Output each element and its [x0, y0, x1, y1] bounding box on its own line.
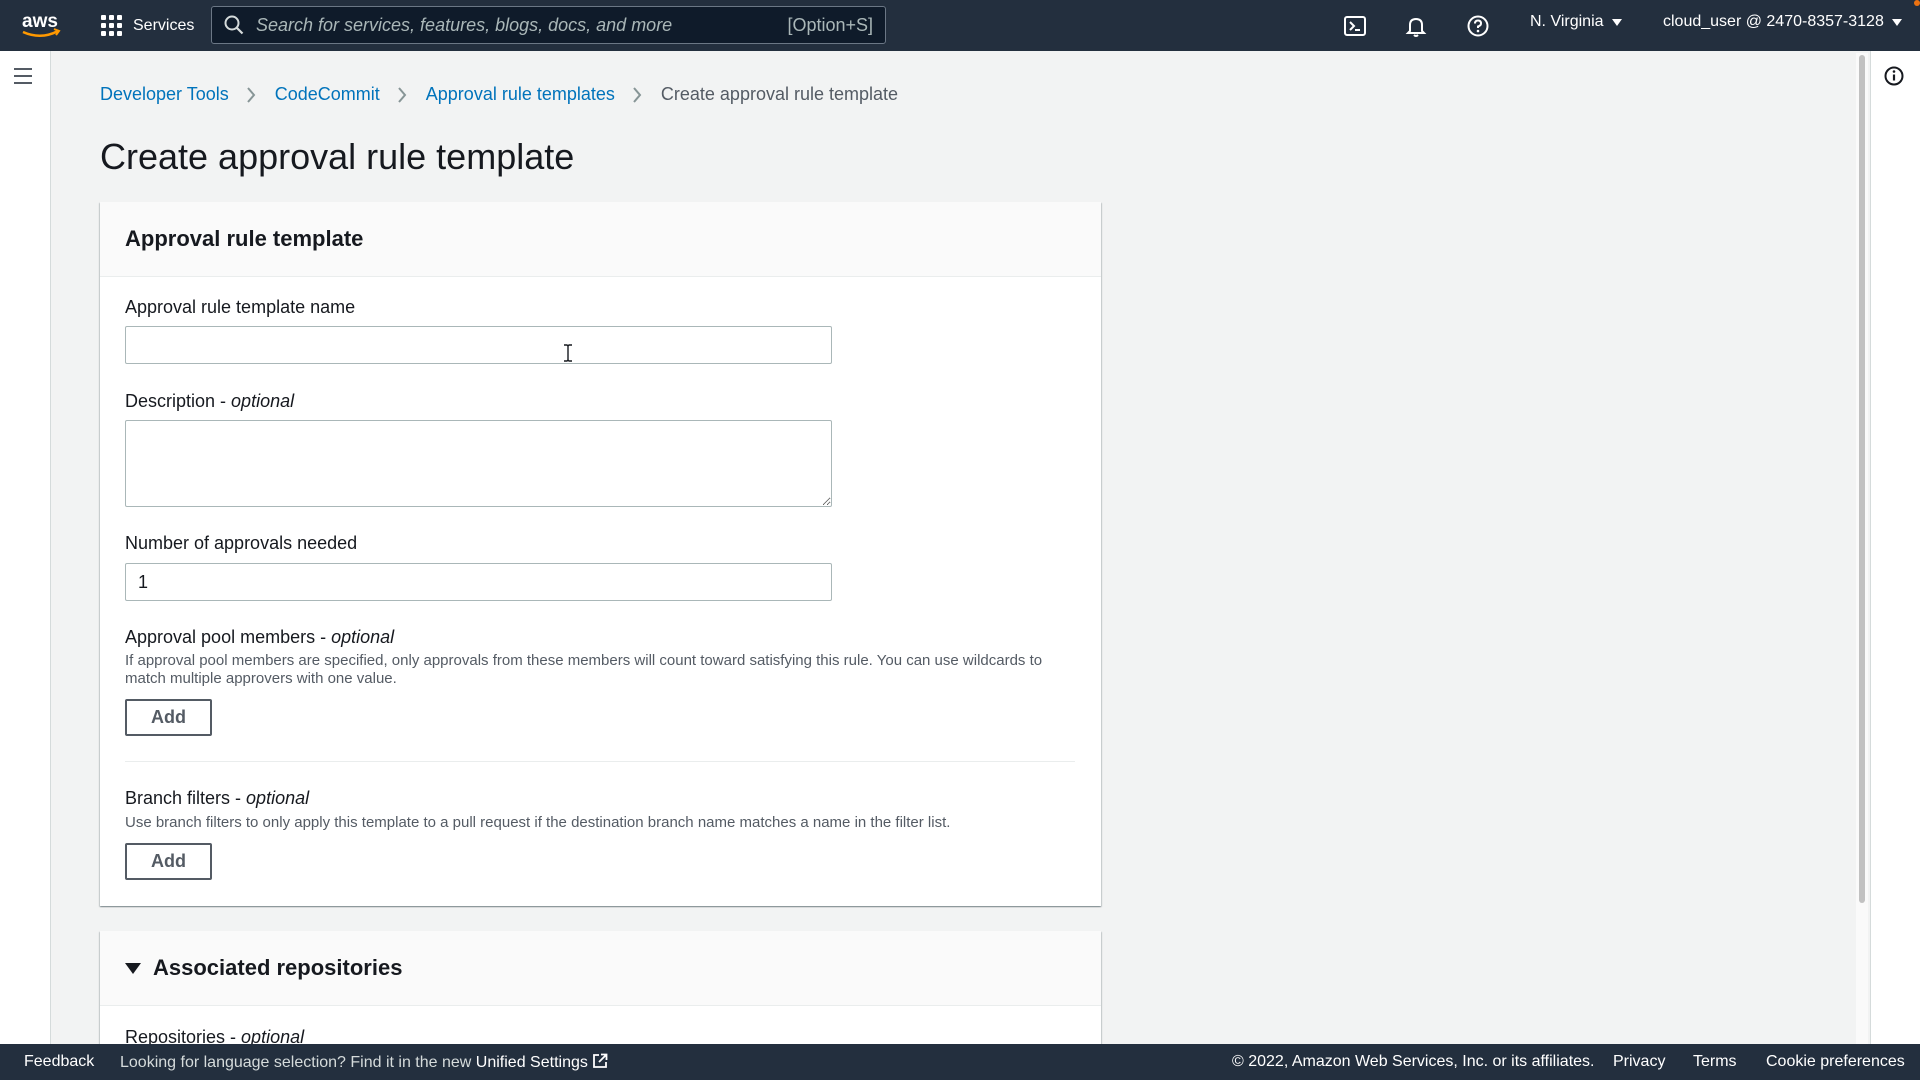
menu-icon[interactable]: [14, 68, 36, 86]
chevron-right-icon: [397, 86, 409, 103]
unified-settings-label: Unified Settings: [475, 1053, 588, 1071]
associated-repositories-header[interactable]: Associated repositories: [100, 931, 1101, 1006]
scrollbar[interactable]: [1856, 53, 1868, 1044]
aws-logo-text: aws: [22, 11, 58, 32]
add-pool-member-button[interactable]: Add: [125, 699, 212, 736]
branch-label-text: Branch filters: [125, 788, 231, 808]
pool-label-text: Approval pool members: [125, 627, 316, 647]
language-notice: Looking for language selection? Find it …: [120, 1053, 608, 1072]
grid-icon: [101, 14, 123, 37]
footer: Feedback Looking for language selection?…: [0, 1044, 1920, 1080]
breadcrumb-codecommit[interactable]: CodeCommit: [275, 84, 380, 105]
aws-logo[interactable]: aws: [20, 10, 64, 40]
feedback-link[interactable]: Feedback: [24, 1053, 94, 1071]
right-side-rail: [1870, 51, 1920, 1044]
search-placeholder: Search for services, features, blogs, do…: [256, 14, 673, 35]
breadcrumb-approval-rule-templates[interactable]: Approval rule templates: [426, 84, 615, 105]
chevron-down-icon: [1611, 18, 1622, 26]
left-side-rail: [0, 51, 51, 1044]
services-label: Services: [133, 16, 195, 34]
scrollbar-thumb[interactable]: [1859, 55, 1865, 903]
breadcrumb-developer-tools[interactable]: Developer Tools: [100, 84, 229, 105]
top-navigation: aws Services Search for services, featur…: [0, 0, 1920, 51]
cookie-preferences-link[interactable]: Cookie preferences: [1766, 1053, 1905, 1071]
chevron-right-icon: [246, 86, 258, 103]
notification-dot: [1914, 0, 1920, 6]
approvals-needed-input[interactable]: [125, 563, 832, 601]
language-notice-text: Looking for language selection? Find it …: [120, 1053, 476, 1071]
region-selector[interactable]: N. Virginia: [1530, 13, 1622, 31]
search-input[interactable]: Search for services, features, blogs, do…: [211, 6, 886, 44]
account-label: cloud_user @ 2470-8357-3128: [1663, 13, 1884, 30]
search-icon: [224, 15, 244, 35]
page-title: Create approval rule template: [100, 136, 575, 177]
info-icon[interactable]: [1884, 66, 1904, 91]
pool-description: If approval pool members are specified, …: [125, 652, 1043, 687]
description-textarea[interactable]: [125, 420, 832, 507]
text-cursor-icon: [564, 344, 572, 362]
approval-rule-template-panel: Approval rule template Approval rule tem…: [100, 202, 1101, 906]
description-label-text: Description: [125, 391, 216, 411]
bell-icon[interactable]: [1402, 12, 1430, 40]
chevron-down-icon: [1891, 18, 1902, 26]
pool-label: Approval pool members - optional: [125, 627, 395, 647]
branch-description: Use branch filters to only apply this te…: [125, 814, 951, 831]
account-menu[interactable]: cloud_user @ 2470-8357-3128: [1663, 13, 1902, 31]
terms-link[interactable]: Terms: [1693, 1053, 1737, 1071]
chevron-right-icon: [632, 86, 644, 103]
add-branch-filter-button[interactable]: Add: [125, 843, 212, 880]
breadcrumb-current: Create approval rule template: [660, 84, 899, 104]
unified-settings-link[interactable]: Unified Settings: [475, 1053, 609, 1071]
name-label: Approval rule template name: [125, 297, 356, 317]
region-label: N. Virginia: [1530, 13, 1604, 30]
caret-down-icon[interactable]: [125, 962, 141, 974]
branch-optional: optional: [246, 788, 310, 808]
privacy-link[interactable]: Privacy: [1613, 1053, 1665, 1071]
services-menu-button[interactable]: Services: [101, 12, 194, 39]
cloudshell-icon[interactable]: [1341, 12, 1369, 40]
pool-optional: optional: [331, 627, 395, 647]
divider: [125, 761, 1075, 762]
panel-title: Associated repositories: [153, 955, 403, 980]
copyright: © 2022, Amazon Web Services, Inc. or its…: [1232, 1053, 1595, 1070]
description-optional: optional: [231, 391, 295, 411]
search-shortcut: [Option+S]: [787, 14, 873, 35]
panel-title: Approval rule template: [100, 202, 1101, 277]
description-label: Description - optional: [125, 391, 295, 411]
approvals-label: Number of approvals needed: [125, 533, 358, 553]
help-icon[interactable]: [1464, 12, 1492, 40]
branch-label: Branch filters - optional: [125, 788, 310, 808]
external-link-icon: [593, 1053, 608, 1068]
template-name-input[interactable]: [125, 326, 832, 364]
breadcrumb: Developer Tools CodeCommit Approval rule…: [100, 84, 898, 105]
